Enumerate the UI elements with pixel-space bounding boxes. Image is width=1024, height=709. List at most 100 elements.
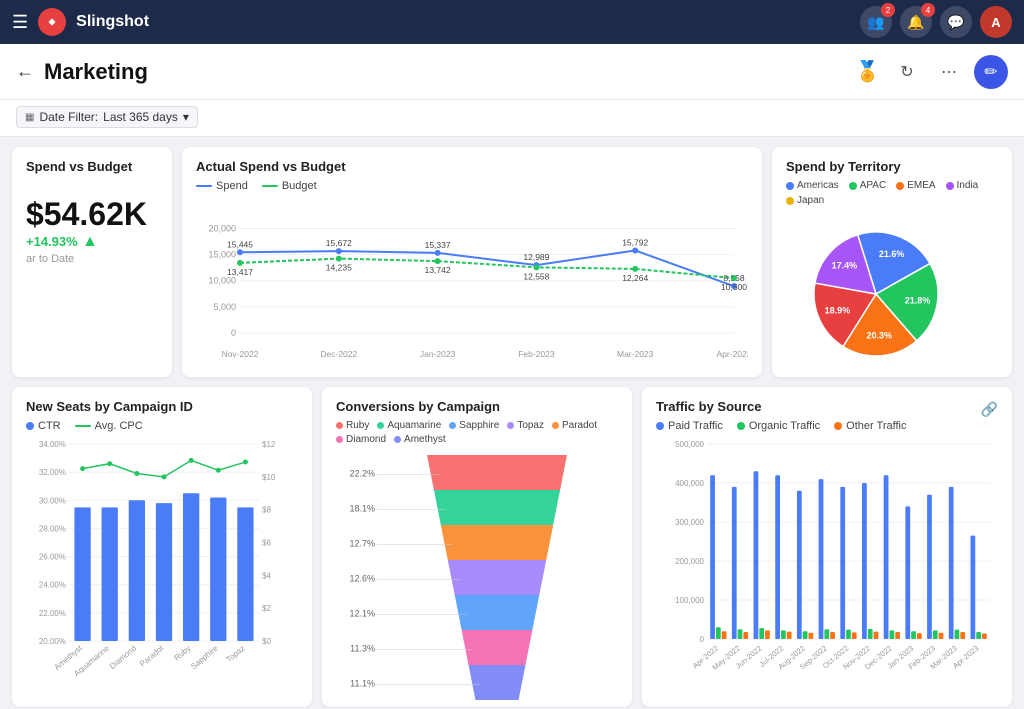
svg-text:0: 0 — [231, 328, 236, 338]
legend-diamond: Diamond — [336, 434, 386, 445]
topaz-dot — [507, 422, 514, 429]
territory-card: Spend by Territory Americas APAC EMEA In… — [772, 147, 1012, 377]
legend-apac: APAC — [849, 180, 887, 191]
svg-text:$2: $2 — [262, 604, 271, 613]
organic-legend-label: Organic Traffic — [749, 420, 820, 432]
topaz-label: Topaz — [517, 420, 544, 431]
actual-spend-card: Actual Spend vs Budget Spend Budget 05,0… — [182, 147, 762, 377]
award-icon: 🏅 — [855, 59, 880, 84]
india-dot — [946, 182, 954, 190]
actual-spend-title: Actual Spend vs Budget — [196, 159, 748, 174]
legend-paid: Paid Traffic — [656, 420, 723, 432]
actual-spend-legend: Spend Budget — [196, 180, 748, 192]
svg-text:Mar-2023: Mar-2023 — [617, 349, 654, 359]
svg-text:12,989: 12,989 — [523, 252, 549, 262]
diamond-label: Diamond — [346, 434, 386, 445]
india-label: India — [957, 180, 979, 191]
svg-text:$12: $12 — [262, 440, 276, 449]
svg-text:11.1%: 11.1% — [350, 679, 375, 689]
svg-text:21.8%: 21.8% — [905, 296, 931, 306]
svg-text:20,000: 20,000 — [208, 223, 236, 233]
new-seats-title: New Seats by Campaign ID — [26, 399, 298, 414]
conversions-card: Conversions by Campaign Ruby Aquamarine … — [322, 387, 632, 707]
avg-cpc-legend-line — [75, 425, 91, 427]
svg-text:15,445: 15,445 — [227, 239, 253, 249]
svg-text:13,417: 13,417 — [227, 267, 253, 277]
hamburger-menu[interactable]: ☰ — [12, 12, 28, 33]
date-filter-button[interactable]: ▦ Date Filter: Last 365 days ▾ — [16, 106, 198, 128]
dashboard: Spend vs Budget $54.62K +14.93% ▲ ar to … — [0, 137, 1024, 708]
svg-text:21.6%: 21.6% — [879, 249, 905, 259]
legend-japan: Japan — [786, 195, 824, 206]
legend-ruby: Ruby — [336, 420, 369, 431]
paradot-dot — [552, 422, 559, 429]
aquamarine-dot — [377, 422, 384, 429]
svg-text:$0: $0 — [262, 637, 271, 646]
americas-dot — [786, 182, 794, 190]
americas-label: Americas — [797, 180, 839, 191]
svg-text:17.4%: 17.4% — [832, 260, 858, 270]
more-button[interactable]: ⋯ — [932, 55, 966, 89]
spend-legend-line — [196, 185, 212, 187]
user-avatar[interactable]: A — [980, 6, 1012, 38]
svg-text:Ruby: Ruby — [172, 644, 192, 663]
territory-title: Spend by Territory — [786, 159, 998, 174]
date-filter-label: Date Filter: — [39, 110, 98, 124]
notification-btn[interactable]: 🔔 4 — [900, 6, 932, 38]
budget-legend-line — [262, 185, 278, 187]
row-2: New Seats by Campaign ID CTR Avg. CPC 20… — [12, 387, 1012, 707]
new-seats-legend: CTR Avg. CPC — [26, 420, 298, 432]
legend-amethyst: Amethyst — [394, 434, 446, 445]
emea-label: EMEA — [907, 180, 935, 191]
chat-btn[interactable]: 💬 — [940, 6, 972, 38]
actual-spend-chart: 05,00010,00015,00020,000Nov-2022Dec-2022… — [196, 196, 748, 361]
page-title: Marketing — [44, 59, 845, 85]
avg-cpc-legend-label: Avg. CPC — [95, 420, 143, 432]
territory-pie-chart: 21.6%21.8%20.3%18.9%17.4% — [786, 212, 986, 357]
svg-text:0: 0 — [700, 635, 705, 644]
paradot-label: Paradot — [562, 420, 597, 431]
svg-text:12.6%: 12.6% — [349, 574, 375, 584]
svg-text:100,000: 100,000 — [675, 596, 704, 605]
svg-text:500,000: 500,000 — [675, 440, 704, 449]
traffic-legend: Paid Traffic Organic Traffic Other Traff… — [656, 420, 998, 432]
svg-text:Dec-2022: Dec-2022 — [320, 349, 357, 359]
svg-text:Apr-2023: Apr-2023 — [717, 349, 748, 359]
filter-icon: ▦ — [25, 112, 34, 123]
spend-legend-label: Spend — [216, 180, 248, 192]
svg-text:14,235: 14,235 — [326, 263, 352, 273]
svg-text:11.3%: 11.3% — [350, 644, 375, 654]
svg-text:12.7%: 12.7% — [349, 539, 375, 549]
svg-text:$10: $10 — [262, 473, 276, 482]
svg-text:200,000: 200,000 — [675, 557, 704, 566]
svg-text:400,000: 400,000 — [675, 479, 704, 488]
legend-paradot: Paradot — [552, 420, 597, 431]
spend-value: $54.62K — [26, 196, 158, 233]
ruby-label: Ruby — [346, 420, 369, 431]
svg-text:15,672: 15,672 — [326, 238, 352, 248]
svg-text:15,792: 15,792 — [622, 237, 648, 247]
paid-legend-dot — [656, 422, 664, 430]
back-button[interactable]: ← — [16, 61, 34, 82]
app-name: Slingshot — [76, 13, 850, 31]
aquamarine-label: Aquamarine — [387, 420, 441, 431]
ruby-dot — [336, 422, 343, 429]
svg-text:Feb-2023: Feb-2023 — [518, 349, 555, 359]
link-icon: 🔗 — [981, 401, 998, 418]
svg-text:Sapphire: Sapphire — [189, 643, 220, 671]
traffic-header: Traffic by Source 🔗 — [656, 399, 998, 420]
people-icon-btn[interactable]: 👥 2 — [860, 6, 892, 38]
budget-legend-label: Budget — [282, 180, 317, 192]
refresh-button[interactable]: ↻ — [890, 55, 924, 89]
sapphire-label: Sapphire — [459, 420, 499, 431]
edit-button[interactable]: ✏ — [974, 55, 1008, 89]
svg-text:24.00%: 24.00% — [39, 581, 66, 590]
diamond-dot — [336, 436, 343, 443]
svg-text:10,000: 10,000 — [208, 276, 236, 286]
new-seats-chart: 20.00%22.00%24.00%26.00%28.00%30.00%32.0… — [26, 436, 298, 691]
svg-text:32.00%: 32.00% — [39, 468, 66, 477]
legend-spend: Spend — [196, 180, 248, 192]
paid-legend-label: Paid Traffic — [668, 420, 723, 432]
ctr-legend-label: CTR — [38, 420, 61, 432]
svg-text:12,264: 12,264 — [622, 273, 648, 283]
